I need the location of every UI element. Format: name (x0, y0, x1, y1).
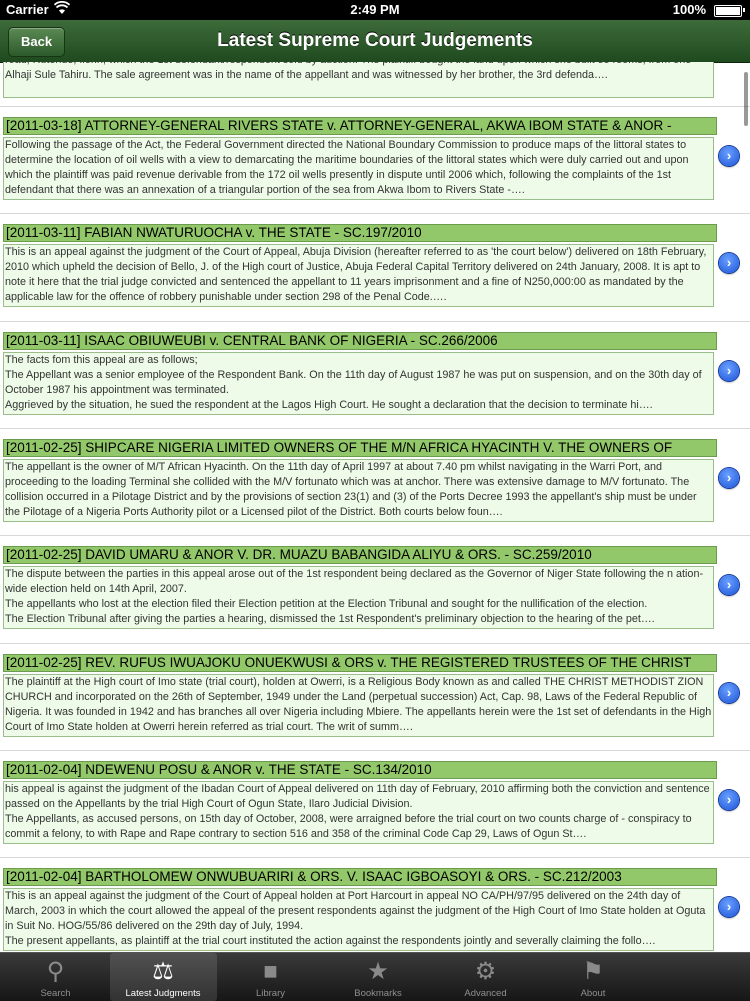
judgement-heading: [2011-02-25] SHIPCARE NIGERIA LIMITED OW… (3, 438, 717, 457)
tab-label: Library (255, 988, 286, 999)
disclosure-chevron-icon[interactable]: › (719, 253, 739, 274)
judgement-list[interactable]: road, Rutende, Ilorin, which the 1st def… (0, 62, 750, 952)
disclosure-chevron-icon[interactable]: › (719, 897, 739, 918)
tab-search[interactable]: ⚲ Search (2, 953, 109, 1001)
judgement-heading: [2011-02-04] BARTHOLOMEW ONWUBUARIRI & O… (3, 868, 717, 887)
flag-icon: ⚑ (582, 958, 604, 985)
tab-label: Advanced (464, 988, 507, 999)
judgement-list-item[interactable]: [2011-03-11] ISAAC OBIUWEUBI v. CENTRAL … (0, 320, 750, 429)
judgement-list-item[interactable]: [2011-03-18] ATTORNEY-GENERAL RIVERS STA… (0, 106, 750, 214)
disclosure-chevron-icon[interactable]: › (719, 360, 739, 381)
disclosure-chevron-icon[interactable]: › (719, 146, 739, 166)
judgement-summary: his appeal is against the judgment of th… (3, 780, 714, 844)
page-title: Latest Supreme Court Judgements (217, 30, 533, 51)
disclosure-chevron-icon[interactable]: › (719, 789, 739, 810)
judgement-summary: This is an appeal against the judgment o… (3, 888, 714, 952)
book-icon: ■ (263, 958, 278, 985)
tab-label: Bookmarks (354, 988, 402, 999)
disclosure-chevron-icon[interactable]: › (719, 575, 739, 596)
list-item-partial[interactable]: road, Rutende, Ilorin, which the 1st def… (0, 62, 750, 102)
judgement-summary: road, Rutende, Ilorin, which the 1st def… (3, 62, 714, 98)
battery-icon (714, 5, 742, 17)
tab-label: About (580, 988, 606, 999)
scales-icon: ⚖ (152, 958, 174, 985)
tab-latest-judgments[interactable]: ⚖ Latest Judgments (109, 953, 217, 1001)
judgement-list-item[interactable]: [2011-02-04] NDEWENU POSU & ANOR v. THE … (0, 749, 750, 858)
judgement-list-item[interactable]: [2011-03-11] FABIAN NWATURUOCHA v. THE S… (0, 213, 750, 321)
judgement-list-item[interactable]: [2011-02-25] REV. RUFUS IWUAJOKU ONUEKWU… (0, 642, 750, 751)
gear-icon: ⚙ (474, 958, 497, 985)
judgement-list-item[interactable]: [2011-02-04] BARTHOLOMEW ONWUBUARIRI & O… (0, 857, 750, 952)
tab-advanced[interactable]: ⚙ Advanced (432, 953, 539, 1001)
battery-percent: 100% (672, 2, 706, 17)
star-icon: ★ (367, 958, 389, 985)
tab-label: Search (40, 988, 71, 999)
tab-library[interactable]: ■ Library (217, 953, 324, 1001)
judgement-summary: The appellant is the owner of M/T Africa… (3, 458, 714, 522)
magnifier-icon: ⚲ (46, 958, 65, 985)
tab-about[interactable]: ⚑ About (540, 953, 647, 1001)
judgement-heading: [2011-02-04] NDEWENU POSU & ANOR v. THE … (3, 760, 717, 779)
status-bar: Carrier 2:49 PM 100% (0, 0, 750, 20)
tab-bar: ⚲ Search ⚖ Latest Judgments ■ Library ★ Bookmar… (0, 952, 750, 1001)
tab-label: Latest Judgments (125, 988, 201, 999)
judgement-heading: [2011-02-25] REV. RUFUS IWUAJOKU ONUEKWU… (3, 653, 717, 672)
judgement-summary: Following the passage of the Act, the Fe… (3, 137, 714, 200)
navigation-bar: Back Latest Supreme Court Judgements (0, 20, 750, 63)
judgement-summary: The dispute between the parties in this … (3, 566, 714, 630)
clock: 2:49 PM (350, 2, 400, 17)
disclosure-chevron-icon[interactable]: › (719, 682, 739, 703)
scroll-indicator[interactable] (744, 72, 748, 126)
judgement-heading: [2011-03-18] ATTORNEY-GENERAL RIVERS STA… (3, 117, 717, 135)
battery-nub (743, 8, 745, 12)
judgement-list-item[interactable]: [2011-02-25] DAVID UMARU & ANOR V. DR. M… (0, 535, 750, 643)
judgement-summary: This is an appeal against the judgment o… (3, 244, 714, 308)
disclosure-chevron-icon[interactable]: › (719, 467, 739, 488)
judgement-summary: The facts fom this appeal are as follows… (3, 351, 714, 415)
tab-bookmarks[interactable]: ★ Bookmarks (325, 953, 432, 1001)
judgement-heading: [2011-03-11] ISAAC OBIUWEUBI v. CENTRAL … (3, 331, 717, 350)
judgement-list-item[interactable]: [2011-02-25] SHIPCARE NIGERIA LIMITED OW… (0, 427, 750, 536)
judgement-summary: The plaintiff at the High court of Imo s… (3, 673, 714, 737)
judgement-heading: [2011-03-11] FABIAN NWATURUOCHA v. THE S… (3, 224, 717, 243)
judgement-heading: [2011-02-25] DAVID UMARU & ANOR V. DR. M… (3, 546, 717, 565)
